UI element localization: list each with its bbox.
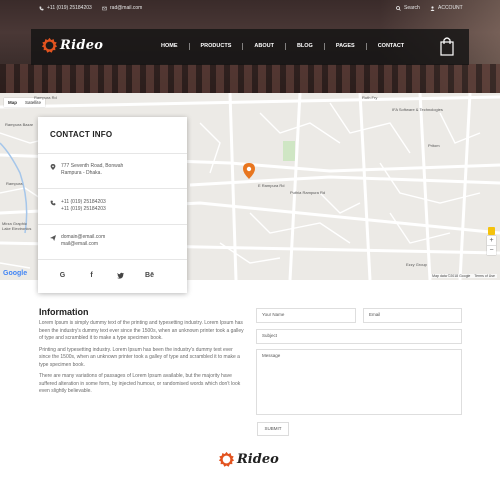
- email-field[interactable]: Email: [363, 308, 462, 323]
- information-paragraph: Lorem Ipsum is simply dummy text of the …: [39, 320, 244, 341]
- map-label: Ezzy Group: [406, 262, 427, 267]
- phone-1[interactable]: +11 (019) 25184203: [61, 199, 106, 206]
- name-field[interactable]: Your Name: [256, 308, 356, 323]
- nav-about[interactable]: ABOUT: [243, 43, 286, 50]
- map-label: Rampura: [6, 181, 23, 186]
- contact-info-card: CONTACT INFO 777 Seventh Road, Bonwah Ra…: [38, 117, 187, 293]
- zoom-in-button[interactable]: +: [487, 236, 496, 245]
- nav-products[interactable]: PRODUCTS: [190, 43, 244, 50]
- nav-blog[interactable]: BLOG: [286, 43, 325, 50]
- nav-contact[interactable]: CONTACT: [367, 43, 415, 50]
- map-label: Pritom: [428, 143, 440, 148]
- email-1[interactable]: domain@email.com: [61, 234, 105, 241]
- social-links: G f Bē: [48, 272, 164, 281]
- user-icon: [430, 5, 435, 11]
- topbar-search[interactable]: Search: [396, 5, 420, 11]
- map-data-credit: Map data ©2018 Google: [432, 274, 471, 278]
- google-logo: Google: [3, 270, 28, 277]
- contact-info-title: CONTACT INFO: [50, 130, 113, 139]
- map-marker-icon: [50, 164, 56, 170]
- nav-home[interactable]: HOME: [150, 43, 190, 50]
- nav-menu: HOME PRODUCTS ABOUT BLOG PAGES CONTACT: [150, 43, 415, 50]
- footer-logo-text: Rideo: [237, 452, 279, 467]
- nav-pages[interactable]: PAGES: [325, 43, 367, 50]
- twitter-icon[interactable]: [106, 272, 135, 281]
- information-paragraph: There are many variations of passages of…: [39, 373, 241, 394]
- divider: [38, 224, 187, 225]
- topbar-email[interactable]: rad@mail.com: [102, 5, 142, 11]
- gear-logo-icon: [41, 37, 58, 53]
- email-2[interactable]: mail@email.com: [61, 241, 105, 248]
- footer-logo[interactable]: Rideo: [218, 451, 279, 468]
- topbar-search-label: Search: [404, 5, 420, 11]
- send-icon: [50, 235, 56, 241]
- location-pin-icon[interactable]: [243, 163, 255, 179]
- subject-field[interactable]: Subject: [256, 329, 462, 344]
- site-logo[interactable]: Rideo: [41, 37, 103, 54]
- google-icon[interactable]: G: [48, 272, 77, 281]
- zoom-out-button[interactable]: −: [487, 245, 496, 255]
- contact-address: 777 Seventh Road, Bonwah Rampura - Dhaka…: [50, 163, 123, 177]
- behance-icon[interactable]: Bē: [135, 272, 164, 281]
- phone-icon: [50, 200, 56, 206]
- map-label: Puthia Rampura Rd: [290, 190, 326, 195]
- submit-button[interactable]: SUBMIT: [257, 422, 289, 436]
- divider: [38, 153, 187, 154]
- map-terms-link[interactable]: Terms of Use: [474, 274, 495, 278]
- topbar-phone-text: +11 (019) 25184203: [47, 5, 92, 11]
- shopping-bag-icon[interactable]: [440, 36, 454, 56]
- facebook-icon[interactable]: f: [77, 272, 106, 281]
- address-line-2: Rampura - Dhaka.: [61, 170, 102, 176]
- hero-banner: +11 (019) 25184203 rad@mail.com Search A…: [0, 0, 500, 93]
- divider: [38, 188, 187, 189]
- phone-icon: [39, 6, 44, 10]
- topbar-email-text: rad@mail.com: [110, 5, 143, 11]
- topbar-account-label: ACCOUNT: [438, 5, 463, 11]
- message-field[interactable]: Message: [256, 349, 462, 415]
- map-attribution: Map data ©2018 Google Terms of Use: [430, 274, 497, 278]
- logo-text: Rideo: [60, 38, 104, 53]
- information-section: Information Lorem Ipsum is simply dummy …: [39, 307, 244, 400]
- twitter-bird-icon: [117, 272, 124, 279]
- search-icon: [396, 5, 401, 11]
- mail-icon: [102, 6, 107, 10]
- information-paragraph: Printing and typesetting industry. Lorem…: [39, 346, 240, 368]
- phone-2[interactable]: +11 (019) 25184203: [61, 206, 106, 213]
- street-view-pegman-icon[interactable]: [488, 227, 495, 235]
- topbar-account[interactable]: ACCOUNT: [430, 5, 463, 11]
- address-line-1: 777 Seventh Road, Bonwah: [61, 163, 124, 169]
- map-label: Rampura Bazar: [5, 122, 34, 127]
- main-navbar: Rideo HOME PRODUCTS ABOUT BLOG PAGES CON…: [31, 29, 469, 65]
- topbar-phone[interactable]: +11 (019) 25184203: [39, 5, 92, 11]
- map-label: Rampura Rd: [34, 95, 57, 100]
- map-tab-map[interactable]: Map: [4, 98, 21, 107]
- contact-phones: +11 (019) 25184203 +11 (019) 25184203: [50, 199, 106, 213]
- map-label: IFA Software & Technologies: [392, 107, 443, 112]
- information-title: Information: [39, 307, 89, 317]
- map-label: Lake Electronics: [2, 226, 32, 231]
- map-zoom-control: + −: [487, 236, 496, 255]
- contact-emails: domain@email.com mail@email.com: [50, 234, 105, 248]
- gear-logo-icon: [218, 451, 235, 467]
- top-bar: +11 (019) 25184203 rad@mail.com Search A…: [0, 0, 500, 16]
- map-label: E Rampura Rd: [258, 183, 285, 188]
- divider: [38, 259, 187, 260]
- hero-fence-image: [0, 64, 500, 93]
- map-label: Ruth Fry: [362, 95, 378, 100]
